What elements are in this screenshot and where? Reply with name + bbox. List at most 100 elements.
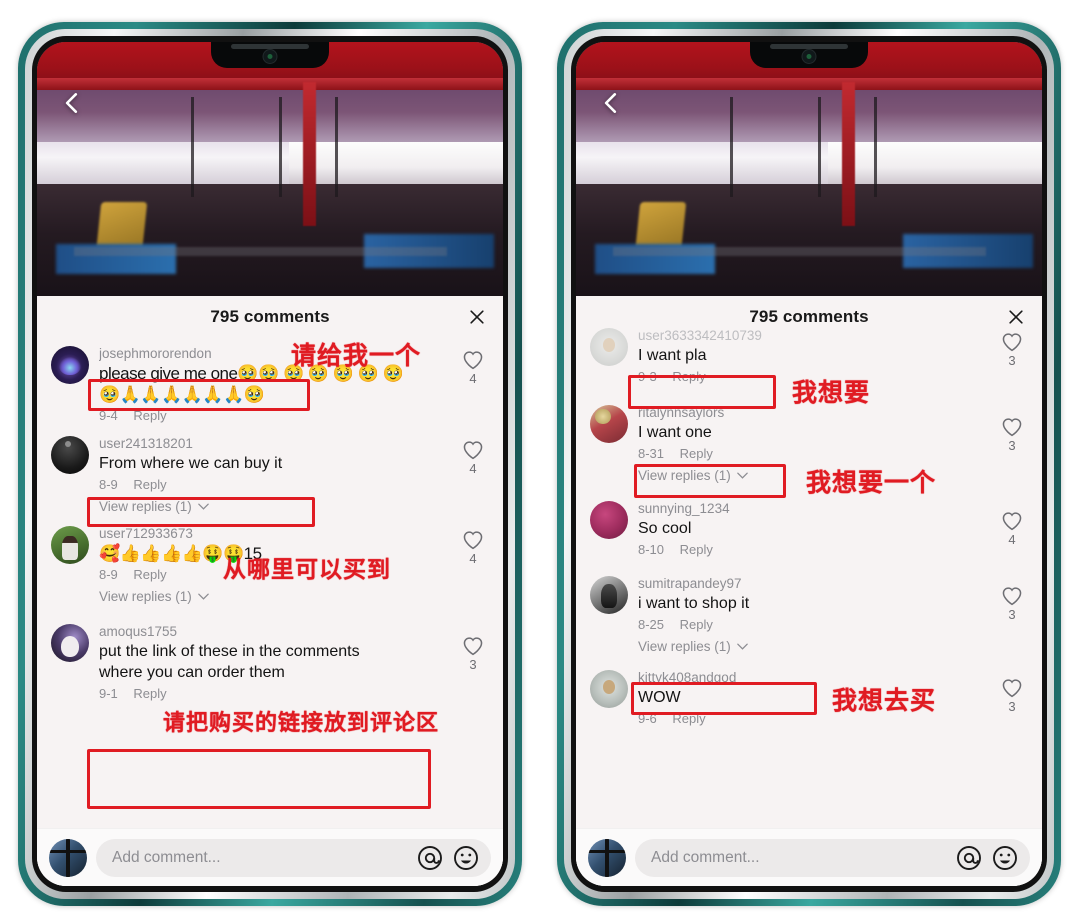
view-replies-button[interactable]: View replies (1) xyxy=(99,499,503,514)
comment-item[interactable]: kittyk408andgod WOW 9-6 Reply 3 xyxy=(576,658,1042,731)
heart-outline-icon[interactable] xyxy=(462,350,484,370)
view-replies-label: View replies (1) xyxy=(99,589,192,604)
video-player-left[interactable] xyxy=(37,42,503,296)
comment-input-box[interactable]: Add comment... xyxy=(96,838,491,877)
comment-composer-left[interactable]: Add comment... xyxy=(37,828,503,886)
avatar[interactable] xyxy=(588,838,626,877)
comment-input-placeholder[interactable]: Add comment... xyxy=(112,849,407,867)
annotation-text-give-me-one: 请给我一个 xyxy=(291,341,422,370)
comment-text-line2: where you can order them xyxy=(99,664,285,681)
heart-outline-icon[interactable] xyxy=(1001,586,1023,606)
avatar[interactable] xyxy=(51,526,89,564)
like-count: 4 xyxy=(469,551,477,566)
comment-date: 9-4 xyxy=(99,408,118,423)
view-replies-label: View replies (1) xyxy=(99,499,192,514)
comment-date: 8-25 xyxy=(638,617,665,632)
reply-button[interactable]: Reply xyxy=(133,686,166,701)
emoji-smiley-icon[interactable] xyxy=(453,845,479,871)
like-control[interactable]: 3 xyxy=(994,574,1030,635)
video-red-beam xyxy=(576,78,1042,90)
at-mention-icon[interactable] xyxy=(417,845,443,871)
comment-date: 9-3 xyxy=(638,369,657,384)
comment-meta: 8-31 Reply xyxy=(638,444,988,464)
comment-username[interactable]: user3633342410739 xyxy=(638,326,988,345)
video-red-post xyxy=(302,82,316,226)
comment-input-placeholder[interactable]: Add comment... xyxy=(651,849,946,867)
video-hanger-1 xyxy=(190,97,194,197)
chevron-down-icon xyxy=(198,593,209,600)
comment-body: user241318201 From where we can buy it 8… xyxy=(99,434,455,495)
video-player-right[interactable] xyxy=(576,42,1042,296)
like-control[interactable]: 3 xyxy=(455,622,491,704)
annotation-text-i-want-one: 我想要一个 xyxy=(806,468,937,497)
reply-button[interactable]: Reply xyxy=(672,711,705,726)
like-control[interactable]: 3 xyxy=(994,403,1030,464)
annotation-text-put-link: 请把购买的链接放到评论区 xyxy=(163,711,440,736)
comment-username[interactable]: sumitrapandey97 xyxy=(638,574,988,593)
back-chevron-icon[interactable] xyxy=(59,90,85,116)
comment-body: sumitrapandey97 i want to shop it 8-25 R… xyxy=(638,574,994,635)
reply-button[interactable]: Reply xyxy=(680,446,713,461)
comments-count-title: 795 comments xyxy=(210,307,330,326)
comment-username[interactable]: user712933673 xyxy=(99,524,449,543)
comment-text: i want to shop it xyxy=(638,595,750,612)
reply-button[interactable]: Reply xyxy=(133,567,166,582)
comment-item[interactable]: amoqus1755 put the link of these in the … xyxy=(37,608,503,706)
avatar[interactable] xyxy=(590,405,628,443)
notch xyxy=(750,42,868,68)
comment-body: kittyk408andgod WOW 9-6 Reply xyxy=(638,668,994,729)
video-hanger-2 xyxy=(279,97,283,197)
heart-outline-icon[interactable] xyxy=(1001,332,1023,352)
phone-right-body: 795 comments user3633342410739 I want pl… xyxy=(571,36,1047,892)
comment-meta: 9-4 Reply xyxy=(99,406,449,426)
comment-item[interactable]: sumitrapandey97 i want to shop it 8-25 R… xyxy=(576,562,1042,637)
avatar[interactable] xyxy=(590,576,628,614)
comment-username[interactable]: sunnying_1234 xyxy=(638,499,988,518)
video-red-beam xyxy=(37,78,503,90)
comment-composer-right[interactable]: Add comment... xyxy=(576,828,1042,886)
annotation-text-from-where-buy: 从哪里可以买到 xyxy=(223,557,391,583)
comment-input-box[interactable]: Add comment... xyxy=(635,838,1030,877)
avatar[interactable] xyxy=(590,328,628,366)
heart-outline-icon[interactable] xyxy=(1001,417,1023,437)
like-control[interactable]: 3 xyxy=(994,668,1030,729)
view-replies-button[interactable]: View replies (1) xyxy=(99,589,503,604)
heart-outline-icon[interactable] xyxy=(462,530,484,550)
like-control[interactable]: 4 xyxy=(455,344,491,426)
avatar[interactable] xyxy=(590,670,628,708)
avatar[interactable] xyxy=(51,436,89,474)
heart-outline-icon[interactable] xyxy=(462,636,484,656)
video-hanger-1 xyxy=(729,97,733,197)
reply-button[interactable]: Reply xyxy=(133,477,166,492)
reply-button[interactable]: Reply xyxy=(672,369,705,384)
heart-outline-icon[interactable] xyxy=(1001,511,1023,531)
comment-item[interactable]: user241318201 From where we can buy it 8… xyxy=(37,428,503,497)
emoji-smiley-icon[interactable] xyxy=(992,845,1018,871)
heart-outline-icon[interactable] xyxy=(462,440,484,460)
comment-item[interactable]: josephmororendon please give me one🥹🥹 🥹 … xyxy=(37,338,503,428)
like-control[interactable]: 4 xyxy=(455,524,491,585)
avatar[interactable] xyxy=(51,346,89,384)
comment-username[interactable]: amoqus1755 xyxy=(99,622,449,641)
comment-text-line2: 🥹🙏🙏🙏🙏🙏🙏🥹 xyxy=(99,385,265,404)
comment-username[interactable]: user241318201 xyxy=(99,434,449,453)
comment-date: 8-9 xyxy=(99,567,118,582)
reply-button[interactable]: Reply xyxy=(133,408,166,423)
close-icon[interactable] xyxy=(467,307,487,327)
at-mention-icon[interactable] xyxy=(956,845,982,871)
view-replies-button[interactable]: View replies (1) xyxy=(638,639,1042,654)
like-count: 3 xyxy=(469,657,477,672)
back-chevron-icon[interactable] xyxy=(598,90,624,116)
chevron-down-icon xyxy=(737,472,748,479)
comment-body: ritalynnsaylors I want one 8-31 Reply xyxy=(638,403,994,464)
avatar[interactable] xyxy=(51,624,89,662)
reply-button[interactable]: Reply xyxy=(680,542,713,557)
heart-outline-icon[interactable] xyxy=(1001,678,1023,698)
like-control[interactable]: 3 xyxy=(994,326,1030,387)
like-control[interactable]: 4 xyxy=(455,434,491,495)
like-control[interactable]: 4 xyxy=(994,499,1030,560)
avatar[interactable] xyxy=(49,838,87,877)
reply-button[interactable]: Reply xyxy=(680,617,713,632)
view-replies-label: View replies (1) xyxy=(638,468,731,483)
avatar[interactable] xyxy=(590,501,628,539)
